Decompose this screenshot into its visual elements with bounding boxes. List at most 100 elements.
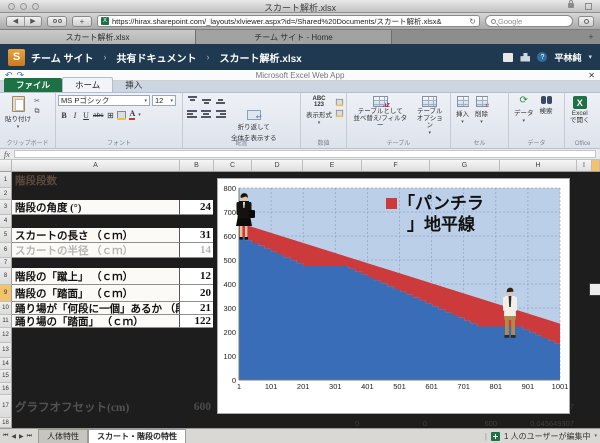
chart-legend[interactable]: 「パンチラ 」地平線 [386, 193, 566, 235]
status-caret-icon[interactable]: ▾ [594, 433, 597, 439]
cell-A17-label[interactable]: グラフオフセット(cm) [12, 395, 180, 418]
chart-object[interactable]: 0100200300400500600700800 11012013014015… [217, 178, 570, 414]
open-in-excel-button[interactable]: X Excelで開く [567, 95, 593, 139]
tab-file[interactable]: ファイル [4, 78, 62, 92]
chart-selection-handle[interactable] [589, 283, 600, 296]
back-button[interactable]: ◀ [7, 17, 24, 26]
cell-A9-label[interactable]: 階段の「踏面」 （ｃｍ） [12, 285, 180, 302]
row-header-15[interactable]: 15 [0, 370, 12, 383]
align-top-button[interactable] [187, 96, 198, 105]
column-header-selected-sliver[interactable] [592, 160, 600, 171]
row-header-3[interactable]: 3 [0, 200, 12, 215]
sharepoint-logo[interactable]: S [8, 49, 25, 66]
row-header-2[interactable]: 2 [0, 188, 12, 200]
copy-button[interactable]: ⧉ [34, 108, 40, 116]
prev-sheet-button[interactable]: ◀ [11, 433, 16, 440]
cut-button[interactable]: ✂ [34, 98, 40, 106]
row-header-12[interactable]: 12 [0, 328, 12, 343]
row-header-10[interactable]: 10 [0, 302, 12, 315]
italic-button[interactable]: I [71, 111, 79, 120]
row-header-6[interactable]: 6 [0, 243, 12, 258]
align-center-button[interactable] [201, 109, 212, 118]
cell-B11-value[interactable]: 122 [180, 315, 213, 328]
align-right-button[interactable] [215, 109, 226, 118]
cell-A10-label[interactable]: 踊り場が「何段に一個」あるか （段） [12, 302, 180, 315]
user-caret-icon[interactable]: ▾ [588, 53, 592, 61]
row-header-14[interactable]: 14 [0, 358, 12, 370]
strikethrough-button[interactable]: abc [93, 112, 103, 119]
column-header-C[interactable]: C [214, 160, 252, 171]
cell-A6-label[interactable]: スカートの半径 （ｃｍ） [12, 243, 180, 258]
first-sheet-button[interactable]: ⏮ [3, 433, 8, 440]
reload-icon[interactable]: ↻ [469, 17, 476, 26]
font-name-select[interactable]: MS Pゴシック ▾ [58, 95, 150, 106]
cell-B9-value[interactable]: 20 [180, 285, 213, 302]
number-format-button[interactable]: ABC123 表示形式 ▾ [303, 95, 335, 139]
cell-B17-value[interactable]: 600 [180, 395, 213, 418]
refresh-data-button[interactable]: ⟳ データ ▾ [511, 95, 537, 139]
cell-A11-label[interactable]: 踊り場の「踏面」 （ｃｍ） [12, 315, 180, 328]
downloads-button[interactable] [578, 16, 594, 27]
formula-input[interactable] [14, 150, 596, 158]
column-header-F[interactable]: F [362, 160, 430, 171]
breadcrumb-shared-documents[interactable]: 共有ドキュメント [116, 50, 196, 65]
sheet-tab-body[interactable]: 人体特性 [38, 429, 88, 443]
reader-button[interactable] [47, 16, 67, 27]
people-icon[interactable] [520, 53, 530, 62]
cell-B3-value[interactable]: 24 [180, 200, 213, 215]
column-header-G[interactable]: G [430, 160, 500, 171]
bold-button[interactable]: B [60, 111, 68, 120]
row-header-4[interactable]: 4 [0, 215, 12, 228]
user-menu[interactable]: 平林純 [554, 51, 581, 64]
forward-button[interactable]: ▶ [24, 17, 41, 26]
cell-B10-value[interactable]: 21 [180, 302, 213, 315]
cell-B6-value[interactable]: 14 [180, 243, 213, 258]
resize-icon[interactable] [585, 3, 592, 10]
cell-B5-value[interactable]: 31 [180, 228, 213, 243]
add-tab-button[interactable]: + [582, 30, 600, 44]
align-middle-button[interactable] [201, 96, 212, 105]
tab-home[interactable]: ホーム [62, 77, 113, 92]
table-options-button[interactable]: テーブルオプション ▾ [412, 95, 449, 139]
borders-button[interactable]: ⊞ [106, 111, 114, 120]
row-header-5[interactable]: 5 [0, 228, 12, 243]
column-header-E[interactable]: E [303, 160, 362, 171]
delete-cells-button[interactable]: ✕ 削除 ▾ [472, 95, 491, 139]
column-header-I[interactable]: I [577, 160, 592, 171]
underline-button[interactable]: U [82, 111, 90, 120]
row-header-16[interactable]: 16 [0, 383, 12, 395]
tag-icon[interactable] [503, 53, 513, 62]
column-header-D[interactable]: D [252, 160, 303, 171]
cell-B8-value[interactable]: 12 [180, 268, 213, 285]
address-bar[interactable]: X https://hirax.sharepoint.com/_layouts/… [97, 15, 480, 27]
paste-button[interactable]: 貼り付け ▾ [2, 95, 34, 139]
tab-skirt-analysis[interactable]: スカート解析.xlsx [0, 30, 196, 44]
sort-filter-table-button[interactable]: AZ テーブルとして並べ替え/フィルター [349, 95, 412, 139]
last-sheet-button[interactable]: ⏭ [27, 433, 32, 440]
row-header-18[interactable]: 18 [0, 418, 12, 428]
row-header-17[interactable]: 17 [0, 395, 12, 418]
next-sheet-button[interactable]: ▶ [19, 433, 24, 440]
row-header-9[interactable]: 9 [0, 285, 12, 302]
find-button[interactable]: 検索 [537, 95, 556, 139]
column-header-A[interactable]: A [12, 160, 180, 171]
cell-A1-label[interactable]: 階段段数 [12, 172, 213, 188]
tab-insert[interactable]: 挿入 [113, 78, 154, 92]
search-input[interactable]: Google [485, 15, 573, 27]
cell-A3-label[interactable]: 階段の角度 (°) [12, 200, 180, 215]
close-app-button[interactable]: ✕ [588, 71, 595, 80]
row-header-1[interactable]: 1 [0, 172, 12, 188]
insert-cells-button[interactable]: 挿入 ▾ [453, 95, 472, 139]
row-header-13[interactable]: 13 [0, 343, 12, 358]
decrease-decimal-icon[interactable] [336, 110, 343, 117]
row-header-11[interactable]: 11 [0, 315, 12, 328]
cell-A5-label[interactable]: スカートの長さ （ｃｍ） [12, 228, 180, 243]
increase-decimal-icon[interactable] [336, 99, 343, 106]
sheet-tab-skirt-stairs[interactable]: スカート・階段の特性 [88, 429, 186, 443]
tab-team-site-home[interactable]: チーム サイト - Home [196, 30, 392, 44]
align-bottom-button[interactable] [215, 96, 226, 105]
help-icon[interactable]: ? [537, 52, 547, 62]
fill-color-button[interactable] [117, 111, 126, 120]
cell-A8-label[interactable]: 階段の「蹴上」 （ｃｍ） [12, 268, 180, 285]
row-header-7[interactable]: 7 [0, 258, 12, 268]
